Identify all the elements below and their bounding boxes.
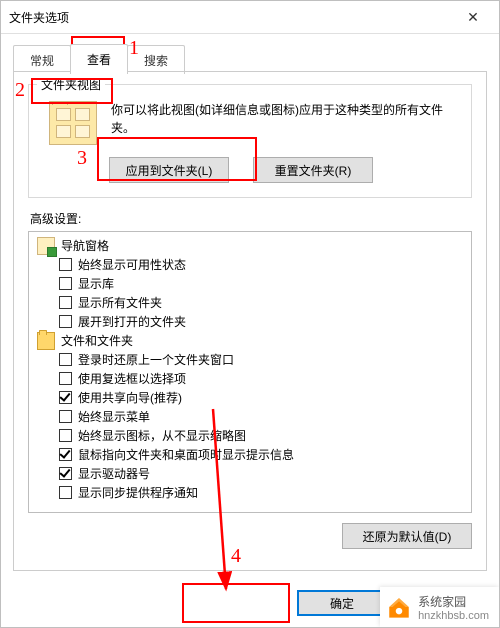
checkbox[interactable]	[59, 429, 72, 442]
tree-option[interactable]: 显示驱动器号	[31, 464, 465, 483]
reset-folders-button[interactable]: 重置文件夹(R)	[253, 157, 373, 183]
tree-item-label: 鼠标指向文件夹和桌面项时显示提示信息	[78, 446, 294, 463]
restore-defaults-button[interactable]: 还原为默认值(D)	[342, 523, 472, 549]
folder-view-group-title: 文件夹视图	[37, 76, 105, 93]
checkbox[interactable]	[59, 315, 72, 328]
tree-item-label: 始终显示菜单	[78, 408, 150, 425]
folder-icon	[37, 332, 55, 350]
watermark-logo-icon	[386, 594, 412, 620]
tree-option[interactable]: 始终显示菜单	[31, 407, 465, 426]
tree-option[interactable]: 登录时还原上一个文件夹窗口	[31, 350, 465, 369]
checkbox[interactable]	[59, 277, 72, 290]
tree-item-label: 使用复选框以选择项	[78, 370, 186, 387]
checkbox[interactable]	[59, 467, 72, 480]
checkbox[interactable]	[59, 391, 72, 404]
tab-general[interactable]: 常规	[13, 45, 71, 74]
tree-item-label: 始终显示图标，从不显示缩略图	[78, 427, 246, 444]
checkbox[interactable]	[59, 372, 72, 385]
tree-option[interactable]: 鼠标指向文件夹和桌面项时显示提示信息	[31, 445, 465, 464]
checkbox[interactable]	[59, 353, 72, 366]
tree-option[interactable]: 始终显示可用性状态	[31, 255, 465, 274]
advanced-settings-listbox[interactable]: 导航窗格始终显示可用性状态显示库显示所有文件夹展开到打开的文件夹文件和文件夹登录…	[28, 231, 472, 513]
tree-option[interactable]: 使用共享向导(推荐)	[31, 388, 465, 407]
advanced-settings-label: 高级设置:	[30, 210, 472, 227]
tree-item-label: 使用共享向导(推荐)	[78, 389, 182, 406]
tree-option[interactable]: 展开到打开的文件夹	[31, 312, 465, 331]
tree-option[interactable]: 显示同步提供程序通知	[31, 483, 465, 502]
tree-item-label: 始终显示可用性状态	[78, 256, 186, 273]
tree-option[interactable]: 显示所有文件夹	[31, 293, 465, 312]
tree-option[interactable]: 显示库	[31, 274, 465, 293]
tree-item-label: 显示驱动器号	[78, 465, 150, 482]
close-icon[interactable]: ✕	[455, 5, 491, 29]
checkbox[interactable]	[59, 296, 72, 309]
folder-view-description: 你可以将此视图(如详细信息或图标)应用于这种类型的所有文件夹。	[111, 101, 461, 137]
tree-item-label: 文件和文件夹	[61, 332, 133, 349]
tab-search[interactable]: 搜索	[127, 45, 185, 74]
checkbox[interactable]	[59, 410, 72, 423]
watermark-url: hnzkhbsb.com	[418, 610, 489, 622]
checkbox[interactable]	[59, 258, 72, 271]
folder-view-group: 文件夹视图 你可以将此视图(如详细信息或图标)应用于这种类型的所有文件夹。 应用…	[28, 84, 472, 198]
tree-item-label: 导航窗格	[61, 237, 109, 254]
tree-category: 文件和文件夹	[31, 331, 465, 350]
tree-item-label: 显示库	[78, 275, 114, 292]
tree-category: 导航窗格	[31, 236, 465, 255]
tree-option[interactable]: 始终显示图标，从不显示缩略图	[31, 426, 465, 445]
ok-button[interactable]: 确定	[297, 590, 387, 616]
tree-item-label: 显示所有文件夹	[78, 294, 162, 311]
tree-item-label: 登录时还原上一个文件夹窗口	[78, 351, 234, 368]
folder-icon	[49, 101, 97, 145]
tree-item-label: 展开到打开的文件夹	[78, 313, 186, 330]
watermark-name: 系统家园	[418, 593, 489, 610]
tab-view[interactable]: 查看	[70, 44, 128, 73]
checkbox[interactable]	[59, 448, 72, 461]
watermark: 系统家园 hnzkhbsb.com	[380, 587, 499, 627]
tree-option[interactable]: 使用复选框以选择项	[31, 369, 465, 388]
apply-to-folders-button[interactable]: 应用到文件夹(L)	[109, 157, 229, 183]
window-title: 文件夹选项	[9, 9, 69, 26]
nav-pane-icon	[37, 237, 55, 255]
tree-item-label: 显示同步提供程序通知	[78, 484, 198, 501]
checkbox[interactable]	[59, 486, 72, 499]
